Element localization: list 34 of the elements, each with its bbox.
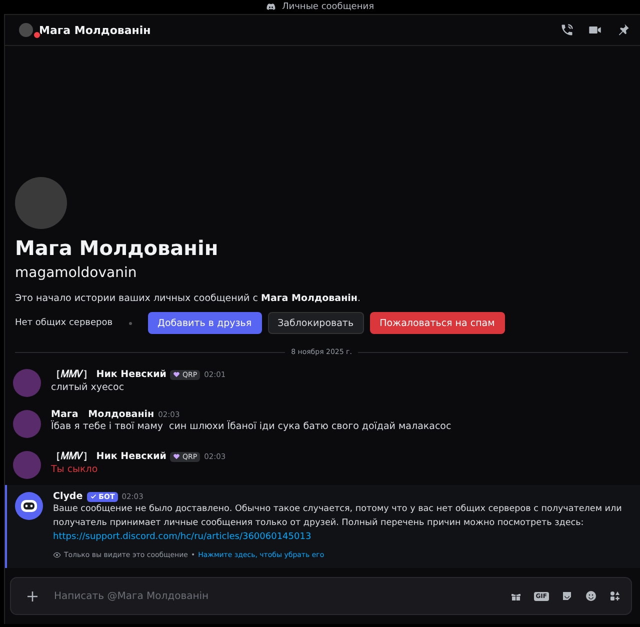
- avatar-photo: [19, 23, 33, 37]
- controller-icon: [266, 2, 276, 12]
- profile-photo: [15, 177, 67, 229]
- add-friend-button[interactable]: Добавить в друзья: [148, 312, 262, 334]
- message-text: Ты сыкло: [51, 463, 99, 477]
- smiley-icon[interactable]: [585, 590, 597, 602]
- intro-text: Это начало истории ваших личных сообщений с Мага Молдованін.: [15, 293, 362, 304]
- profile-username: magamoldovanin: [15, 265, 138, 281]
- author-name[interactable]: ［𝑀𝑀𝑉］ Ник Невский: [51, 368, 166, 381]
- profile-name: Мага Молдованін: [15, 235, 220, 261]
- heart-icon: [173, 453, 180, 460]
- author-name[interactable]: Clyde: [53, 491, 83, 502]
- heart-icon: [173, 371, 180, 378]
- avatar-photo: [13, 369, 41, 397]
- window-title: Личные сообщения: [282, 2, 374, 12]
- eye-icon: [53, 551, 61, 559]
- apps-icon[interactable]: [609, 590, 621, 602]
- mutual-servers-text: Нет общих серверов: [15, 318, 113, 328]
- message-text: слитый хуесос: [51, 381, 126, 395]
- report-spam-button[interactable]: Пожаловаться на спам: [370, 312, 505, 334]
- message-text: Їбав я тебе і твої маму син шлюхи Їбаної іди сука батю свого доїдай малакасос: [51, 420, 452, 434]
- message-text: Ваше сообщение не было доставлено. Обычно такое случается, потому что у вас нет общих серверов с получателем или получатель принимает личные сообщения только от друзей. Полный перечень причин можно посмотреть здесь:: [53, 503, 623, 530]
- plus-icon[interactable]: [25, 588, 40, 604]
- check-icon: [90, 493, 97, 500]
- support-link[interactable]: https://support.discord.com/hc/ru/articles/360060145013: [53, 530, 630, 544]
- phone-icon[interactable]: [560, 23, 574, 37]
- sticker-icon[interactable]: [561, 590, 573, 602]
- contact-name: Мага Молдованін: [39, 24, 151, 36]
- pin-icon[interactable]: [616, 23, 630, 37]
- avatar-photo: [13, 451, 41, 479]
- avatar-photo: [13, 410, 41, 438]
- block-button[interactable]: Заблокировать: [268, 312, 364, 334]
- author-name[interactable]: ［𝑀𝑀𝑉］ Ник Невский: [51, 450, 166, 463]
- author-name[interactable]: Мага Молдованін: [51, 409, 154, 420]
